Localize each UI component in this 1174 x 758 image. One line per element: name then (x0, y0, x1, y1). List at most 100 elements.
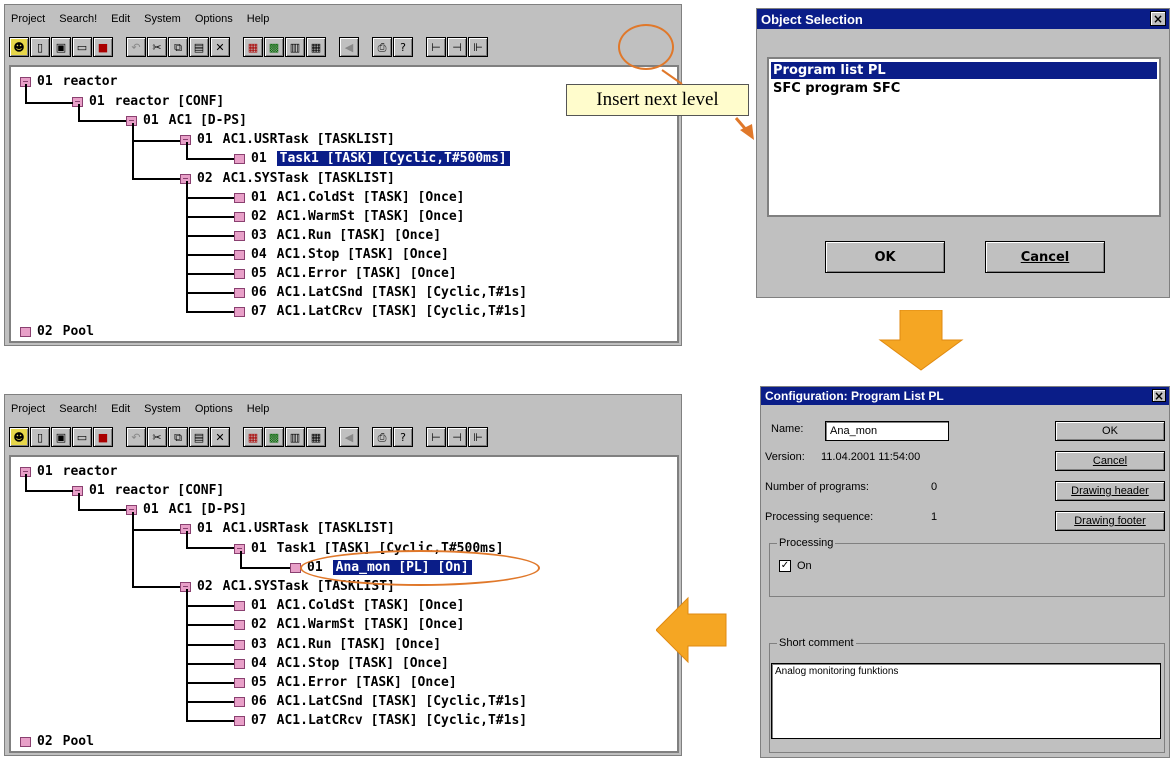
tree-node[interactable]: 02 AC1.SYSTask [TASKLIST] (180, 170, 395, 187)
list-item-sfc-program[interactable]: SFC program SFC (771, 80, 1157, 97)
save-icon[interactable]: ▣ (51, 37, 71, 57)
insert-same-level-icon[interactable]: ⊢ (426, 37, 446, 57)
on-checkbox[interactable]: ✓ (779, 560, 791, 572)
new-icon[interactable]: ☻ (9, 37, 29, 57)
insert-next-level-icon[interactable]: ⊩ (468, 37, 488, 57)
tree-node[interactable]: 01 AC1.ColdSt [TASK] [Once] (234, 189, 465, 206)
drawing-footer-button[interactable]: Drawing footer (1055, 511, 1165, 531)
back-icon[interactable]: ◀ (339, 427, 359, 447)
tree-node[interactable]: 01 reactor [CONF] (72, 93, 224, 110)
undo-icon[interactable]: ↶ (126, 37, 146, 57)
undo-icon[interactable]: ↶ (126, 427, 146, 447)
cut-icon[interactable]: ✂ (147, 37, 167, 57)
ok-button[interactable]: OK (1055, 421, 1165, 441)
tree-node[interactable]: 07 AC1.LatCRcv [TASK] [Cyclic,T#1s] (234, 303, 527, 320)
delete-icon[interactable]: ✕ (210, 37, 230, 57)
help-icon[interactable]: ? (393, 37, 413, 57)
save-icon[interactable]: ▣ (51, 427, 71, 447)
leaf-node-icon[interactable] (234, 287, 245, 298)
page-icon[interactable]: ▭ (72, 37, 92, 57)
stop-icon[interactable]: ■ (93, 427, 113, 447)
new-object-icon[interactable]: ▯ (30, 37, 50, 57)
paste-icon[interactable]: ▤ (189, 427, 209, 447)
tree-node[interactable]: 01 reactor (20, 73, 117, 90)
table-icon[interactable]: ▦ (306, 427, 326, 447)
list-item-program-list[interactable]: Program list PL (771, 62, 1157, 79)
insert-same-level-icon[interactable]: ⊢ (426, 427, 446, 447)
new-object-icon[interactable]: ▯ (30, 427, 50, 447)
compare-icon[interactable]: ▥ (285, 427, 305, 447)
tree-node[interactable]: 01 Task1 [TASK] [Cyclic,T#500ms] (234, 150, 510, 167)
leaf-node-icon[interactable] (234, 600, 245, 611)
tree-node[interactable]: 07 AC1.LatCRcv [TASK] [Cyclic,T#1s] (234, 712, 527, 729)
menu-system[interactable]: System (144, 13, 181, 25)
leaf-node-icon[interactable] (20, 736, 31, 747)
tree-node[interactable]: 06 AC1.LatCSnd [TASK] [Cyclic,T#1s] (234, 284, 527, 301)
menu-edit[interactable]: Edit (111, 13, 130, 25)
tree-node[interactable]: 03 AC1.Run [TASK] [Once] (234, 227, 441, 244)
copy-icon[interactable]: ⧉ (168, 427, 188, 447)
tree-node[interactable]: 02 Pool (20, 323, 94, 340)
drawing-header-button[interactable]: Drawing header (1055, 481, 1165, 501)
tree-node[interactable]: 04 AC1.Stop [TASK] [Once] (234, 655, 449, 672)
tree-node[interactable]: 03 AC1.Run [TASK] [Once] (234, 636, 441, 653)
print-icon[interactable]: ⎙ (372, 427, 392, 447)
delete-icon[interactable]: ✕ (210, 427, 230, 447)
leaf-node-icon[interactable] (234, 153, 245, 164)
cut-icon[interactable]: ✂ (147, 427, 167, 447)
ok-button[interactable]: OK (825, 241, 945, 273)
tree-node[interactable]: 04 AC1.Stop [TASK] [Once] (234, 246, 449, 263)
menu-options[interactable]: Options (195, 403, 233, 415)
insert-sub-level-icon[interactable]: ⊣ (447, 37, 467, 57)
menu-search[interactable]: Search! (59, 403, 97, 415)
properties-icon[interactable]: ▦ (243, 427, 263, 447)
tree-node[interactable]: 06 AC1.LatCSnd [TASK] [Cyclic,T#1s] (234, 693, 527, 710)
leaf-node-icon[interactable] (234, 639, 245, 650)
tree-node[interactable]: 02 AC1.WarmSt [TASK] [Once] (234, 208, 465, 225)
tree-node[interactable]: 01 AC1.USRTask [TASKLIST] (180, 520, 395, 537)
menu-project[interactable]: Project (11, 13, 45, 25)
leaf-node-icon[interactable] (234, 268, 245, 279)
menu-help[interactable]: Help (247, 403, 270, 415)
compare-icon[interactable]: ▥ (285, 37, 305, 57)
tree-node[interactable]: 05 AC1.Error [TASK] [Once] (234, 265, 457, 282)
leaf-node-icon[interactable] (20, 326, 31, 337)
leaf-node-icon[interactable] (234, 306, 245, 317)
page-icon[interactable]: ▭ (72, 427, 92, 447)
tree-node[interactable]: 01 reactor (20, 463, 117, 480)
cancel-button[interactable]: Cancel (985, 241, 1105, 273)
leaf-node-icon[interactable] (234, 211, 245, 222)
leaf-node-icon[interactable] (234, 677, 245, 688)
paste-icon[interactable]: ▤ (189, 37, 209, 57)
tree-node[interactable]: 01 reactor [CONF] (72, 482, 224, 499)
new-icon[interactable]: ☻ (9, 427, 29, 447)
menu-search[interactable]: Search! (59, 13, 97, 25)
tree-node[interactable]: 02 Pool (20, 733, 94, 750)
menu-project[interactable]: Project (11, 403, 45, 415)
menu-system[interactable]: System (144, 403, 181, 415)
back-icon[interactable]: ◀ (339, 37, 359, 57)
short-comment-field[interactable]: Analog monitoring funktions (771, 663, 1161, 739)
leaf-node-icon[interactable] (234, 230, 245, 241)
table-icon[interactable]: ▦ (306, 37, 326, 57)
edit-icon[interactable]: ▩ (264, 427, 284, 447)
tree-node[interactable]: 01 AC1.ColdSt [TASK] [Once] (234, 597, 465, 614)
copy-icon[interactable]: ⧉ (168, 37, 188, 57)
tree-node[interactable]: 01 AC1 [D-PS] (126, 501, 247, 518)
menu-options[interactable]: Options (195, 13, 233, 25)
close-icon[interactable]: × (1152, 389, 1166, 403)
insert-sub-level-icon[interactable]: ⊣ (447, 427, 467, 447)
tree-node[interactable]: 01 AC1 [D-PS] (126, 112, 247, 129)
properties-icon[interactable]: ▦ (243, 37, 263, 57)
help-icon[interactable]: ? (393, 427, 413, 447)
edit-icon[interactable]: ▩ (264, 37, 284, 57)
menu-edit[interactable]: Edit (111, 403, 130, 415)
print-icon[interactable]: ⎙ (372, 37, 392, 57)
leaf-node-icon[interactable] (234, 715, 245, 726)
leaf-node-icon[interactable] (234, 192, 245, 203)
close-icon[interactable]: × (1150, 11, 1166, 26)
stop-icon[interactable]: ■ (93, 37, 113, 57)
menu-help[interactable]: Help (247, 13, 270, 25)
insert-next-level-icon[interactable]: ⊩ (468, 427, 488, 447)
leaf-node-icon[interactable] (234, 619, 245, 630)
